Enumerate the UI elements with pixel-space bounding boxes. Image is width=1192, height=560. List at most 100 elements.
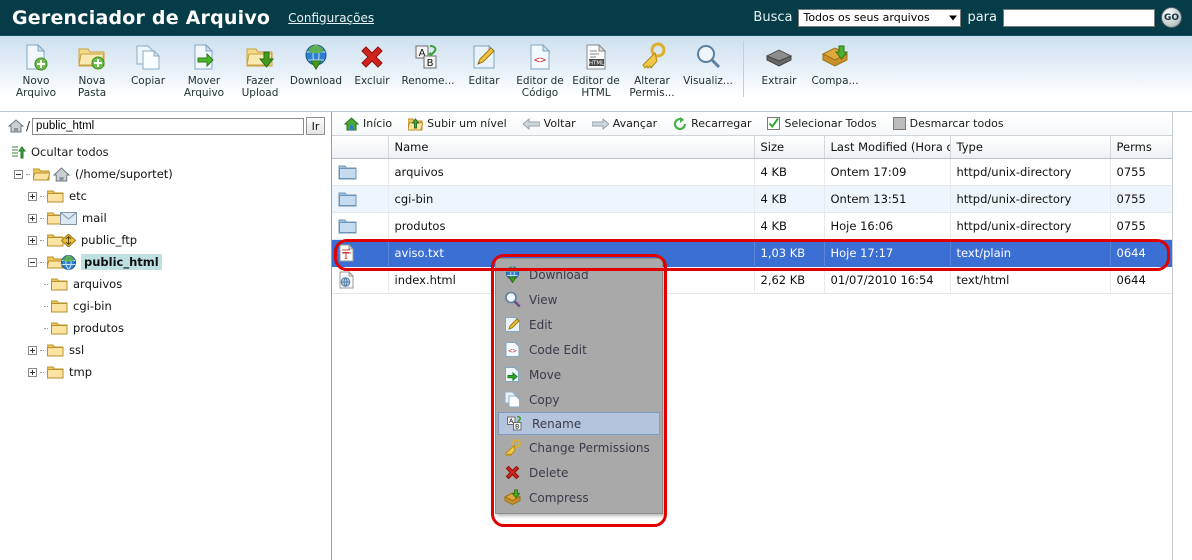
tree-node-arquivos[interactable]: arquivos bbox=[14, 273, 331, 295]
column-header-perms[interactable]: Perms bbox=[1110, 136, 1173, 159]
column-header-modified[interactable]: Last Modified (Hora oficia bbox=[824, 136, 951, 159]
table-row[interactable]: produtos 4 KB Hoje 16:06 httpd/unix-dire… bbox=[332, 212, 1173, 240]
tree-node-ssl[interactable]: ssl bbox=[14, 339, 331, 361]
column-header-name[interactable]: Name bbox=[388, 136, 755, 159]
tree-node-produtos[interactable]: produtos bbox=[14, 317, 331, 339]
tree-node-etc[interactable]: etc bbox=[14, 185, 331, 207]
table-row[interactable]: arquivos 4 KB Ontem 17:09 httpd/unix-dir… bbox=[332, 158, 1173, 186]
tree-node-label: produtos bbox=[73, 321, 124, 335]
toolbar-move-file[interactable]: Mover Arquivo bbox=[176, 36, 232, 106]
tree-node-public-html[interactable]: public_html bbox=[14, 251, 331, 273]
toolbar-code-editor[interactable]: <> Editor de Código bbox=[512, 36, 568, 106]
nav-home[interactable]: Início bbox=[338, 116, 398, 131]
column-header-size[interactable]: Size bbox=[754, 136, 825, 159]
toolbar-view[interactable]: Visualiz... bbox=[680, 36, 736, 106]
toolbar-edit[interactable]: Editar bbox=[456, 36, 512, 106]
file-name[interactable]: arquivos bbox=[388, 158, 755, 186]
expand-toggle-icon[interactable] bbox=[28, 345, 37, 355]
context-menu-item-delete[interactable]: Delete bbox=[496, 460, 662, 485]
folder-tree: (/home/suportet) etc mail public_ftp pub… bbox=[0, 163, 331, 383]
toolbar-new-folder[interactable]: Nova Pasta bbox=[64, 36, 120, 106]
toolbar-html-editor[interactable]: HTML Editor de HTML bbox=[568, 36, 624, 106]
search-go-button[interactable]: GO bbox=[1161, 7, 1182, 28]
tree-node-cgi-bin[interactable]: cgi-bin bbox=[14, 295, 331, 317]
nav-label: Avançar bbox=[612, 117, 658, 130]
hide-all-button[interactable]: Ocultar todos bbox=[0, 136, 331, 163]
folder-icon bbox=[47, 343, 64, 357]
search-scope-select[interactable]: Todos os seus arquivos bbox=[798, 8, 962, 27]
expand-toggle-icon[interactable] bbox=[28, 213, 37, 223]
nav-back[interactable]: Voltar bbox=[517, 117, 582, 130]
tree-line bbox=[40, 349, 44, 351]
context-menu-label: Compress bbox=[529, 490, 589, 505]
toolbar-copy[interactable]: Copiar bbox=[120, 36, 176, 106]
expand-toggle-icon[interactable] bbox=[28, 235, 37, 245]
context-menu-label: Delete bbox=[529, 465, 569, 480]
context-menu-item-move[interactable]: Move bbox=[496, 362, 662, 387]
tree-node-mail[interactable]: mail bbox=[14, 207, 331, 229]
toolbar-download[interactable]: Download bbox=[288, 36, 344, 106]
toolbar-upload[interactable]: Fazer Upload bbox=[232, 36, 288, 106]
file-type: httpd/unix-directory bbox=[950, 185, 1111, 213]
tree-node-public-ftp[interactable]: public_ftp bbox=[14, 229, 331, 251]
toolbar-label: Editor de HTML bbox=[572, 75, 620, 99]
table-row[interactable]: T aviso.txt 1,03 KB Hoje 17:17 text/plai… bbox=[332, 239, 1173, 267]
folder-icon bbox=[47, 365, 64, 379]
table-row[interactable]: cgi-bin 4 KB Ontem 13:51 httpd/unix-dire… bbox=[332, 185, 1173, 213]
file-type: httpd/unix-directory bbox=[950, 212, 1111, 240]
context-menu-item-compress[interactable]: Compress bbox=[496, 485, 662, 510]
tree-node-label: mail bbox=[82, 211, 107, 225]
context-menu-item-download[interactable]: Download bbox=[496, 262, 662, 287]
file-name[interactable]: cgi-bin bbox=[388, 185, 755, 213]
tree-node-label: etc bbox=[69, 189, 87, 203]
permissions-key-icon bbox=[504, 439, 521, 456]
file-size: 4 KB bbox=[754, 185, 825, 213]
toolbar-extract[interactable]: Extrair bbox=[751, 36, 807, 106]
expand-toggle-icon[interactable] bbox=[28, 191, 37, 201]
context-menu-item-edit[interactable]: Edit bbox=[496, 312, 662, 337]
collapse-toggle-icon[interactable] bbox=[14, 169, 23, 179]
mail-envelope-icon bbox=[60, 211, 77, 225]
path-go-button[interactable]: Ir bbox=[306, 117, 325, 135]
compress-icon bbox=[820, 41, 850, 73]
toolbar-change-permissions[interactable]: Alterar Permis... bbox=[624, 36, 680, 106]
collapse-toggle-icon[interactable] bbox=[28, 257, 37, 267]
context-menu-item-change-permissions[interactable]: Change Permissions bbox=[496, 435, 662, 460]
toolbar-label: Mover Arquivo bbox=[183, 75, 225, 99]
column-header-type[interactable]: Type bbox=[950, 136, 1111, 159]
toolbar-new-file[interactable]: Novo Arquivo bbox=[8, 36, 64, 106]
nav-select-all[interactable]: Selecionar Todos bbox=[761, 117, 882, 130]
tree-line bbox=[40, 195, 44, 197]
home-icon bbox=[344, 116, 359, 131]
nav-reload[interactable]: Recarregar bbox=[667, 116, 757, 131]
toolbar-compress[interactable]: Compa... bbox=[807, 36, 863, 106]
toolbar-delete[interactable]: Excluir bbox=[344, 36, 400, 106]
nav-deselect-all[interactable]: Desmarcar todos bbox=[887, 117, 1010, 130]
context-menu-item-copy[interactable]: Copy bbox=[496, 387, 662, 412]
nav-up-level[interactable]: Subir um nível bbox=[402, 117, 513, 131]
tree-line bbox=[40, 371, 44, 373]
table-row[interactable]: index.html 2,62 KB 01/07/2010 16:54 text… bbox=[332, 266, 1173, 294]
context-menu-item-rename[interactable]: AB Rename bbox=[498, 412, 660, 435]
file-type: text/html bbox=[950, 266, 1111, 294]
permissions-key-icon bbox=[637, 41, 667, 73]
file-name[interactable]: produtos bbox=[388, 212, 755, 240]
extract-icon bbox=[764, 41, 794, 73]
tree-node-tmp[interactable]: tmp bbox=[14, 361, 331, 383]
column-header-icon[interactable] bbox=[332, 136, 389, 159]
rename-icon: A B bbox=[413, 41, 443, 73]
context-menu-label: Move bbox=[529, 367, 562, 382]
context-menu-item-code-edit[interactable]: <> Code Edit bbox=[496, 337, 662, 362]
nav-label: Recarregar bbox=[691, 117, 752, 130]
toolbar-rename[interactable]: A B Renome... bbox=[400, 36, 456, 106]
nav-label: Subir um nível bbox=[427, 117, 507, 130]
path-input[interactable] bbox=[32, 117, 304, 135]
context-menu-item-view[interactable]: View bbox=[496, 287, 662, 312]
tree-node-home[interactable]: (/home/suportet) bbox=[14, 163, 331, 185]
context-menu-label: Copy bbox=[529, 392, 560, 407]
expand-toggle-icon[interactable] bbox=[28, 367, 37, 377]
search-input[interactable] bbox=[1003, 8, 1155, 27]
context-menu: Download View Edit <> Code Edit Move Cop… bbox=[495, 258, 663, 514]
nav-forward[interactable]: Avançar bbox=[586, 117, 663, 130]
settings-link[interactable]: Configurações bbox=[288, 11, 374, 25]
